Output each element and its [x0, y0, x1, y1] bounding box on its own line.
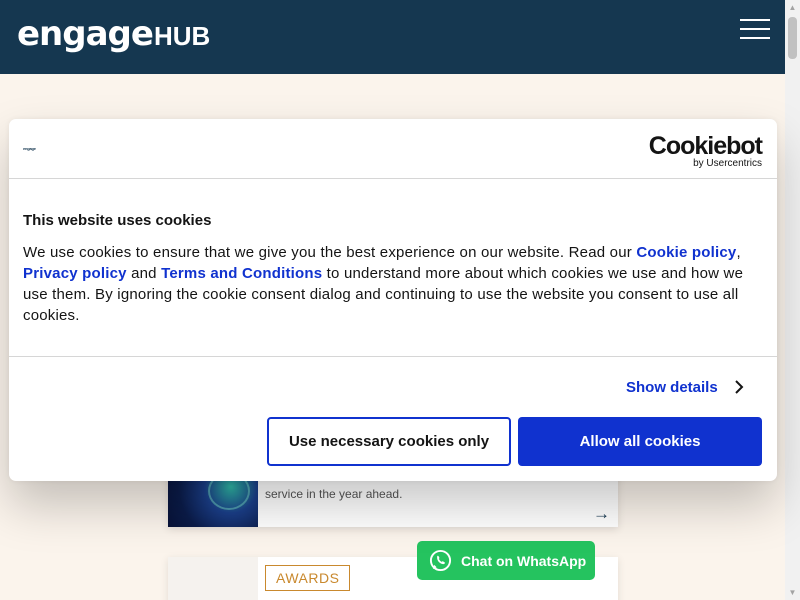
logo-main-text: engage — [17, 14, 154, 54]
hamburger-menu-icon[interactable] — [740, 18, 770, 40]
dialog-body: This website uses cookies We use cookies… — [23, 212, 763, 326]
use-necessary-cookies-button[interactable]: Use necessary cookies only — [267, 417, 511, 466]
dialog-text: We use cookies to ensure that we give yo… — [23, 242, 763, 326]
awards-badge[interactable]: AWARDS — [265, 565, 351, 591]
whatsapp-chat-button[interactable]: Chat on WhatsApp — [417, 541, 595, 580]
allow-all-cookies-button[interactable]: Allow all cookies — [518, 417, 762, 466]
menu-line — [740, 37, 770, 39]
cookiebot-logo[interactable]: Cookiebot by Usercentrics — [648, 132, 763, 169]
dialog-divider — [9, 356, 777, 357]
dialog-title: This website uses cookies — [23, 212, 212, 229]
text-intro: We use cookies to ensure that we give yo… — [23, 244, 637, 261]
scroll-thumb[interactable] — [788, 17, 797, 59]
show-details-label: Show details — [626, 378, 718, 396]
cookie-policy-link[interactable]: Cookie policy — [636, 244, 736, 261]
whatsapp-label: Chat on WhatsApp — [461, 552, 587, 569]
vertical-scrollbar[interactable]: ▲ ▼ — [785, 0, 800, 600]
cookiebot-name: Cookiebot — [648, 132, 763, 160]
dialog-header: engage Cookiebot by Usercentrics — [9, 119, 777, 179]
privacy-policy-link[interactable]: Privacy policy — [23, 265, 127, 282]
terms-link[interactable]: Terms and Conditions — [161, 265, 322, 282]
chevron-right-icon — [734, 380, 744, 394]
logo-hub-text: HUB — [153, 21, 211, 51]
menu-line — [740, 19, 770, 21]
whatsapp-icon — [429, 549, 452, 572]
menu-line — [740, 28, 770, 30]
award-thumbnail — [168, 557, 258, 600]
text-separator: and — [126, 265, 162, 282]
scroll-up-arrow-icon[interactable]: ▲ — [785, 0, 800, 15]
cookie-consent-dialog: engage Cookiebot by Usercentrics This we… — [9, 119, 777, 481]
site-mini-logo: engage — [23, 146, 36, 151]
text-separator: , — [736, 244, 741, 261]
show-details-link[interactable]: Show details — [626, 377, 744, 397]
arrow-right-icon[interactable]: → — [593, 504, 610, 524]
site-header: engage HUB — [0, 0, 785, 74]
engage-hub-logo[interactable]: engage HUB — [17, 14, 210, 54]
article-excerpt: service in the year ahead. — [265, 487, 403, 501]
scroll-down-arrow-icon[interactable]: ▼ — [785, 585, 800, 600]
